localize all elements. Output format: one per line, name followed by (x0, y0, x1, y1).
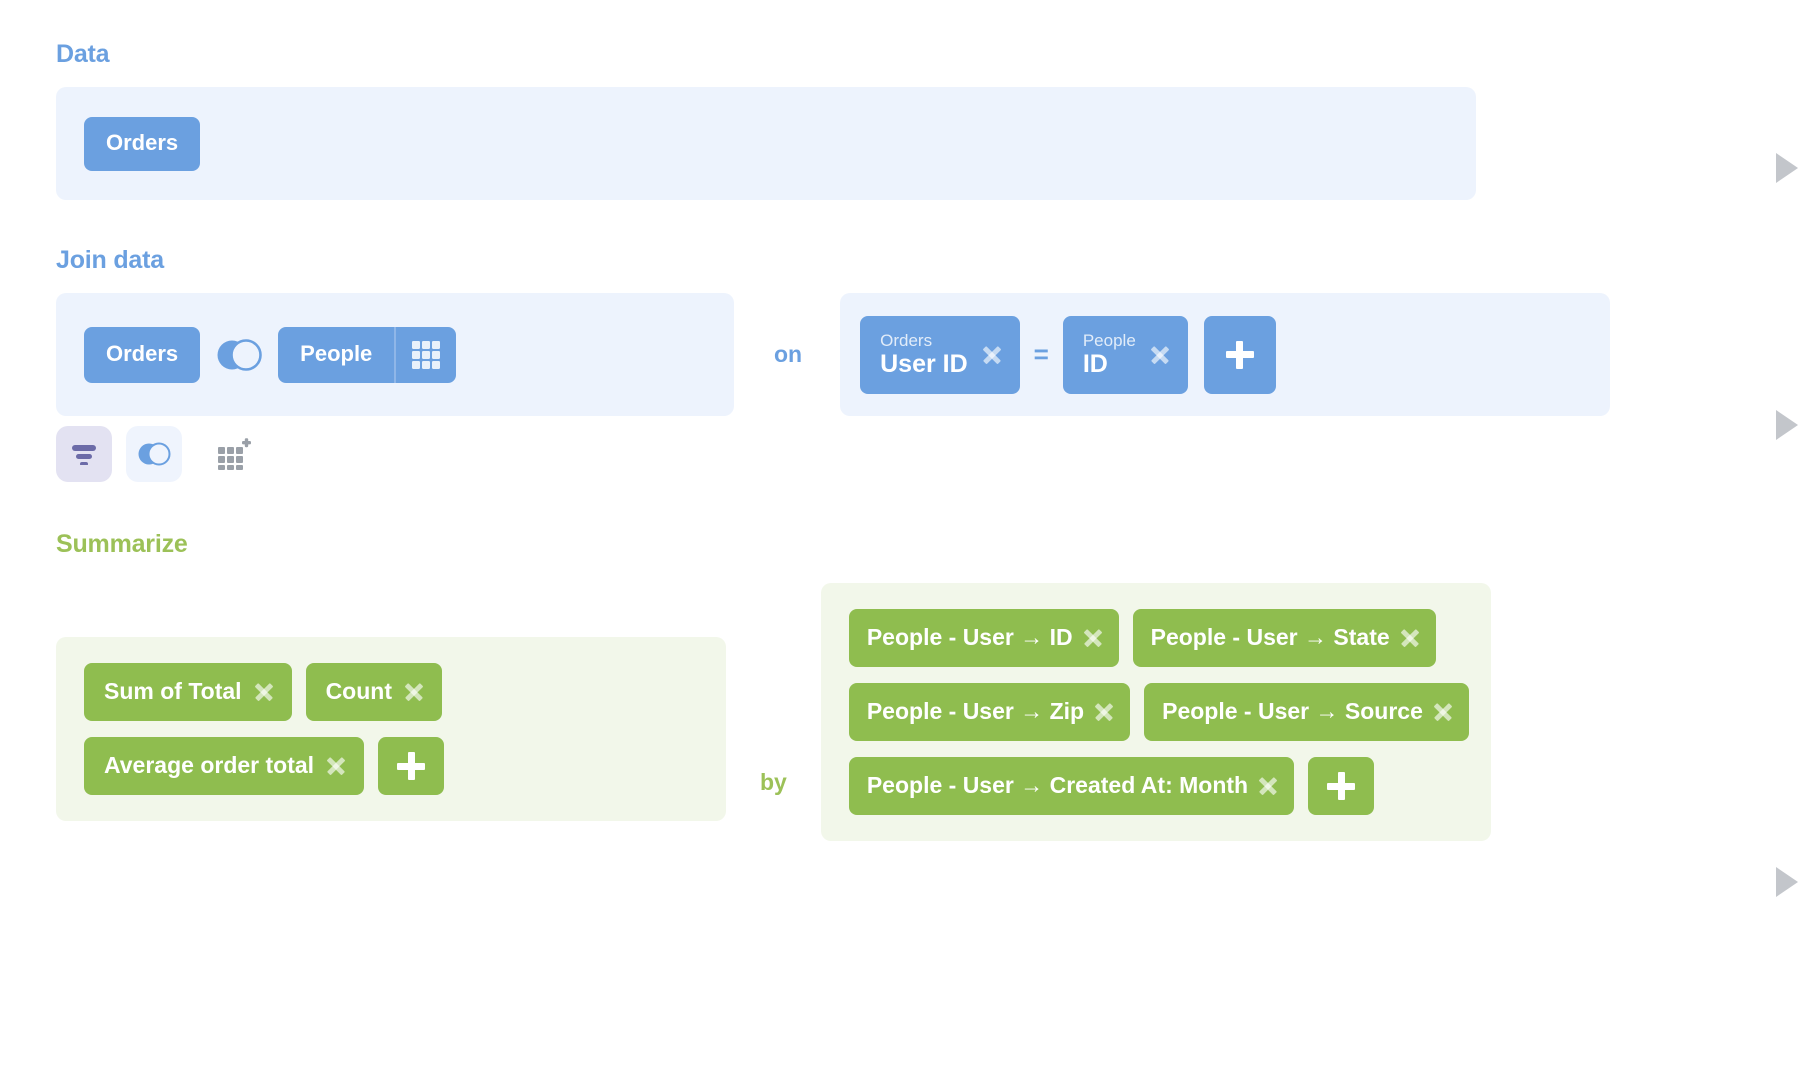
query-notebook: Data Orders Join data Orders People on O… (0, 0, 1818, 1092)
aggregation-label: Count (325, 678, 392, 705)
join-lhs-field-pill[interactable]: Orders User ID (860, 315, 1020, 394)
add-join-button[interactable] (126, 426, 182, 482)
join-section: Join data Orders People on Orders User I… (0, 200, 1818, 482)
join-equals-label: = (1033, 339, 1049, 369)
aggregations-panel: Sum of Total Count Average order total (56, 637, 726, 821)
join-section-title: Join data (56, 246, 164, 274)
join-rhs-field-label: ID (1082, 350, 1108, 379)
remove-aggregation-icon[interactable] (326, 756, 346, 776)
aggregation-label: Average order total (104, 752, 315, 779)
join-left-table-label: Orders (106, 341, 179, 367)
preview-join-step-icon[interactable] (1776, 410, 1798, 440)
breakout-pill[interactable]: People - User → Source (1144, 683, 1469, 741)
aggregation-label: Sum of Total (104, 678, 242, 705)
data-section: Data Orders (0, 0, 1818, 200)
breakouts-panel: People - User → ID People - User → State… (820, 583, 1491, 841)
add-filter-button[interactable] (56, 426, 112, 482)
remove-breakout-icon[interactable] (1400, 628, 1420, 648)
summarize-by-label: by (760, 768, 787, 795)
join-rhs-field-pill[interactable]: People ID (1062, 315, 1188, 394)
breakout-pill[interactable]: People - User → State (1132, 609, 1436, 667)
join-rhs-table-label: People (1082, 330, 1136, 350)
notebook-step-actions (56, 426, 1762, 482)
add-breakout-button[interactable] (1308, 757, 1375, 815)
preview-summarize-step-icon[interactable] (1776, 867, 1798, 897)
join-left-table-pill[interactable]: Orders (84, 326, 201, 383)
preview-data-step-icon[interactable] (1776, 153, 1798, 183)
data-section-title: Data (56, 40, 110, 68)
join-right-table-pill[interactable]: People (278, 326, 395, 383)
breakout-pill[interactable]: People - User → Zip (848, 683, 1131, 741)
breakout-pill[interactable]: People - User → Created At: Month (848, 757, 1295, 815)
aggregation-pill[interactable]: Average order total (84, 737, 365, 795)
summarize-section: Summarize Sum of Total Count Average ord… (0, 482, 1818, 841)
join-condition-panel: Orders User ID = People ID (840, 293, 1611, 416)
add-aggregation-button[interactable] (378, 737, 445, 795)
summarize-section-title: Summarize (56, 530, 188, 558)
join-lhs-field-label: User ID (880, 350, 968, 379)
data-source-label: Orders (106, 130, 179, 156)
breakout-label: People - User → Source (1162, 698, 1423, 725)
breakout-pill[interactable]: People - User → ID (848, 609, 1119, 667)
join-fields-picker-icon[interactable] (394, 326, 457, 383)
join-on-label: on (774, 341, 803, 367)
join-tables-panel: Orders People (56, 293, 734, 416)
aggregation-pill[interactable]: Sum of Total (84, 663, 292, 721)
data-source-pill[interactable]: Orders (84, 116, 201, 171)
data-source-panel: Orders (56, 87, 1476, 200)
remove-aggregation-icon[interactable] (404, 682, 424, 702)
pick-columns-button[interactable] (206, 426, 262, 482)
remove-aggregation-icon[interactable] (254, 682, 274, 702)
remove-breakout-icon[interactable] (1258, 776, 1278, 796)
breakout-label: People - User → ID (866, 624, 1073, 651)
join-type-icon[interactable] (200, 338, 278, 372)
join-lhs-table-label: Orders (880, 330, 933, 350)
remove-breakout-icon[interactable] (1094, 702, 1114, 722)
join-right-table-label: People (300, 341, 373, 367)
add-join-condition-button[interactable] (1203, 315, 1276, 394)
join-right-table-group: People (278, 326, 457, 383)
remove-breakout-icon[interactable] (1433, 702, 1453, 722)
breakout-label: People - User → Created At: Month (866, 772, 1249, 799)
remove-join-lhs-icon[interactable] (982, 345, 1002, 365)
aggregation-pill[interactable]: Count (305, 663, 442, 721)
breakout-label: People - User → State (1150, 624, 1390, 651)
breakout-label: People - User → Zip (866, 698, 1085, 725)
remove-join-rhs-icon[interactable] (1150, 345, 1170, 365)
remove-breakout-icon[interactable] (1083, 628, 1103, 648)
